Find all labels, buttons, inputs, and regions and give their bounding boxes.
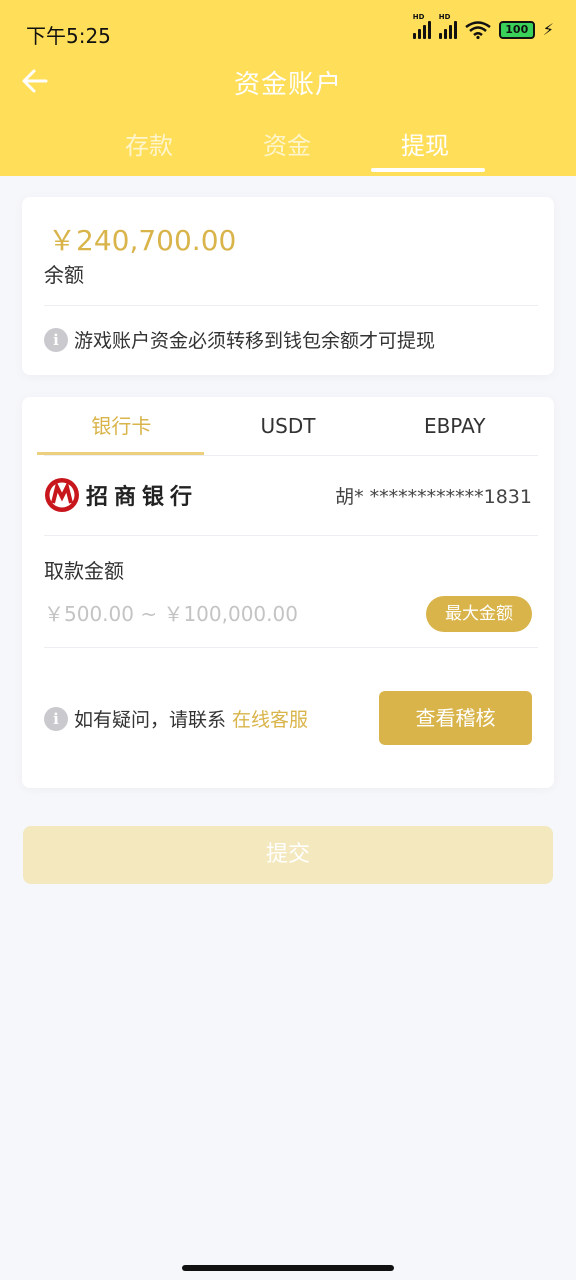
divider [44,455,538,456]
online-support-link[interactable]: 在线客服 [232,705,308,732]
submit-button[interactable]: 提交 [23,826,553,884]
info-icon: i [44,706,68,731]
signal-icon: HD [438,13,457,39]
bank-card-row[interactable]: 招商银行 胡* ************1831 [44,473,532,517]
tab-funds[interactable]: 资金 [218,126,356,176]
withdraw-card: 银行卡 USDT EBPAY 招商银行 胡* ************1831 … [22,397,554,788]
divider [44,535,538,536]
app-header: 下午5:25 HD HD 100 ⚡ 资金账户 存款 资金 提现 [0,0,576,176]
divider [44,305,538,306]
status-time: 下午5:25 [26,24,111,48]
balance-amount: ￥240,700.00 [48,224,237,257]
amount-label: 取款金额 [44,559,124,583]
wifi-icon [465,20,491,39]
bank-brand: 招商银行 [44,477,198,513]
tab-bank-card[interactable]: 银行卡 [38,397,205,455]
tab-usdt[interactable]: USDT [205,397,372,455]
max-amount-button[interactable]: 最大金额 [426,596,532,632]
bank-name: 招商银行 [86,484,199,510]
status-bar: 下午5:25 HD HD 100 ⚡ [0,0,576,64]
tab-ebpay[interactable]: EBPAY [371,397,538,455]
transfer-notice: i 游戏账户资金必须转移到钱包余额才可提现 [44,326,435,353]
balance-card: ￥240,700.00 余额 i 游戏账户资金必须转移到钱包余额才可提现 [22,197,554,375]
view-audit-button[interactable]: 查看稽核 [379,691,532,745]
card-number: 胡* ************1831 [335,485,532,508]
bank-logo-icon [45,478,79,512]
withdraw-amount-input[interactable] [44,599,384,629]
battery-icon: 100 [498,20,535,39]
tab-deposit[interactable]: 存款 [80,126,218,176]
home-indicator[interactable] [182,1265,394,1271]
balance-label: 余额 [44,263,84,287]
status-icons: HD HD 100 ⚡ [412,13,554,39]
withdraw-method-tabs: 银行卡 USDT EBPAY [38,397,538,455]
info-icon: i [44,327,68,352]
divider [44,647,538,648]
signal-icon: HD [412,13,431,39]
page-title: 资金账户 [233,70,342,100]
tab-indicator [371,168,485,172]
help-text: 如有疑问，请联系 [74,709,227,731]
charging-icon: ⚡ [542,20,554,39]
help-row: i 如有疑问，请联系 在线客服 [44,705,308,732]
transfer-notice-text: 游戏账户资金必须转移到钱包余额才可提现 [74,330,436,352]
